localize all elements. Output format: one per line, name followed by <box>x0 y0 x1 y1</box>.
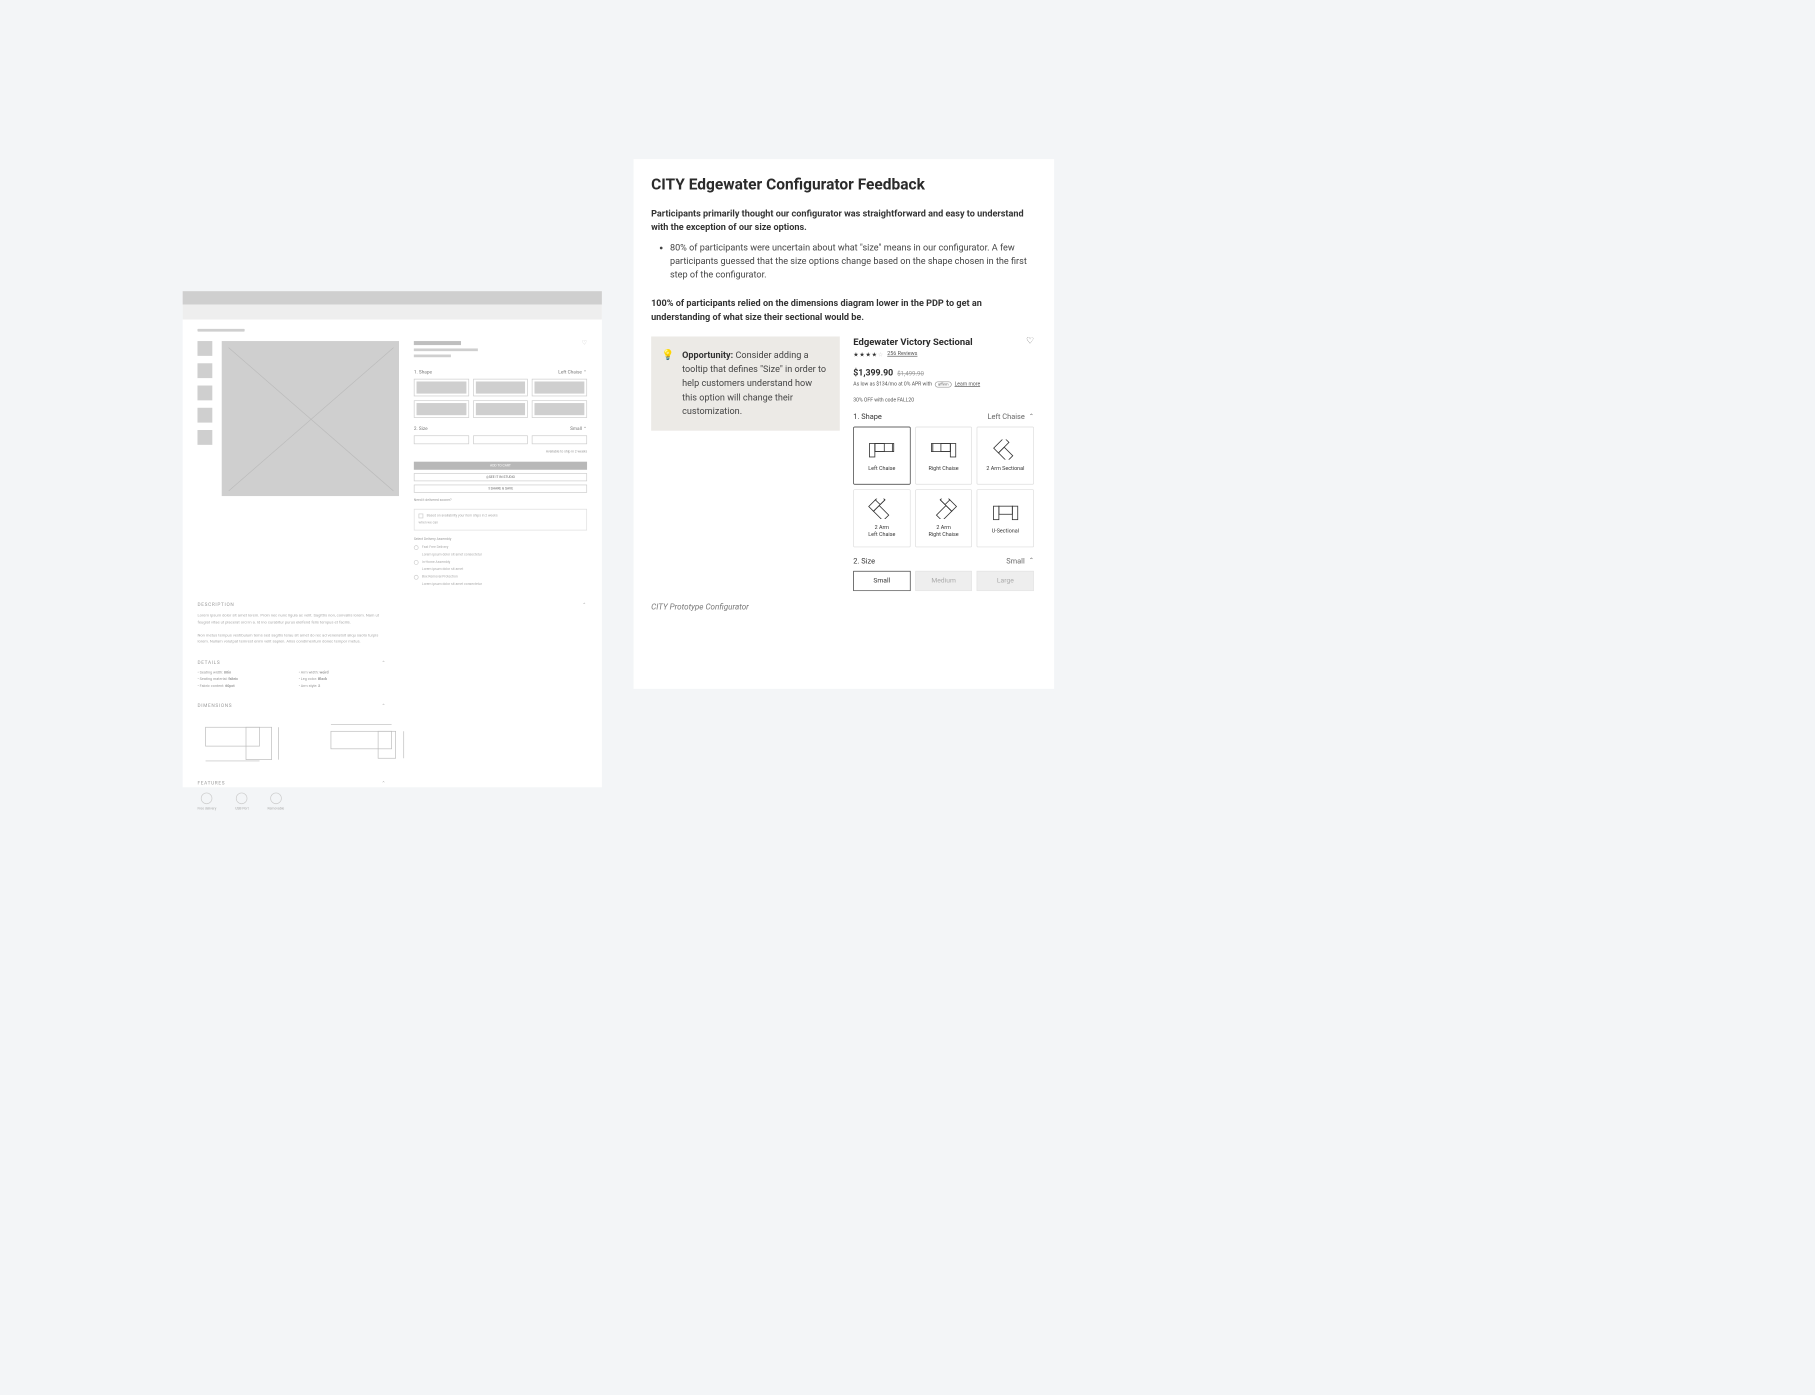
configurator-caption: CITY Prototype Configurator <box>651 591 1037 611</box>
wf-ship-note: Need it delivered sooner? <box>414 498 587 502</box>
feedback-lead: Participants primarily thought our confi… <box>651 207 1037 234</box>
wf-main-image <box>222 341 399 496</box>
wf-breadcrumb <box>197 329 244 332</box>
wf-details-header: DETAILS⌃ <box>197 660 386 665</box>
wf-product-title <box>414 341 461 345</box>
heart-icon: ♡ <box>582 340 587 347</box>
wf-size-grid <box>414 435 587 444</box>
configurator-mock: Edgewater Victory Sectional ♡ ★★★★☆ 256 … <box>853 336 1034 591</box>
wf-info-box: Based on availability your item ships in… <box>414 509 587 531</box>
size-medium[interactable]: Medium <box>915 571 972 591</box>
chevron-up-icon: ⌃ <box>1029 413 1034 420</box>
wf-rating-line <box>414 348 478 351</box>
wf-dims-header: DIMENSIONS⌃ <box>197 703 386 708</box>
wf-features-header: FEATURES⌃ <box>197 780 386 785</box>
size-large[interactable]: Large <box>977 571 1034 591</box>
reviews-link[interactable]: 256 Reviews <box>887 350 917 356</box>
wf-desc-header: DESCRIPTION⌃ <box>197 602 587 607</box>
step-shape-header[interactable]: 1. Shape Left Chaise⌃ <box>853 412 1034 421</box>
shape-2arm-left-chaise[interactable]: 2 ArmLeft Chaise <box>853 489 910 547</box>
price-original: $1,499.90 <box>897 371 924 378</box>
feedback-bullet-1: 80% of participants were uncertain about… <box>670 241 1037 282</box>
lightbulb-icon: 💡 <box>662 348 675 360</box>
wf-step2-row: 2. SizeSmall ⌃ <box>414 426 587 431</box>
feedback-bullets: 80% of participants were uncertain about… <box>651 241 1037 282</box>
opportunity-callout: 💡 Opportunity: Consider adding a tooltip… <box>651 336 840 431</box>
shape-label: 2 ArmRight Chaise <box>929 525 959 538</box>
step-size-header[interactable]: 2. Size Small⌃ <box>853 557 1034 566</box>
favorite-heart-icon[interactable]: ♡ <box>1026 336 1034 346</box>
product-name: Edgewater Victory Sectional <box>853 336 972 348</box>
wf-desc-text: Lorem ipsum dolor sit amet lorem. Proin … <box>197 613 386 645</box>
wf-availability: Available to ship in 2 weeks <box>414 450 587 454</box>
wf-nav-bar <box>183 305 602 320</box>
size-grid: Small Medium Large <box>853 571 1034 591</box>
wf-dims-diagrams <box>197 715 587 766</box>
learn-more-link[interactable]: Learn more <box>955 381 981 387</box>
wireframe-panel: ♡ 1. ShapeLeft Chaise ⌃ 2. SizeSmall ⌃ A… <box>183 291 602 787</box>
wf-share: ⇪ SHARE & SAVE <box>414 485 587 493</box>
wf-see-studio: ◎ SEE IT IN STUDIO <box>414 473 587 481</box>
size-small[interactable]: Small <box>853 571 910 591</box>
feedback-panel: CITY Edgewater Configurator Feedback Par… <box>634 159 1055 689</box>
wf-step1-row: 1. ShapeLeft Chaise ⌃ <box>414 369 587 374</box>
financing-line: As low as $134/mo at 0% APR with affirm … <box>853 381 1034 388</box>
shape-left-chaise[interactable]: Left Chaise <box>853 427 910 485</box>
opportunity-label: Opportunity: <box>682 350 733 361</box>
feedback-title: CITY Edgewater Configurator Feedback <box>651 175 1037 193</box>
wf-price-line <box>414 355 451 358</box>
shape-u-sectional[interactable]: U-Sectional <box>977 489 1034 547</box>
feedback-sublead: 100% of participants relied on the dimen… <box>651 297 1037 324</box>
chevron-up-icon: ⌃ <box>1029 558 1034 565</box>
wf-details-grid: Seating width: 80inArm width: weird Seat… <box>197 671 386 689</box>
shape-label: 2 ArmLeft Chaise <box>868 525 895 538</box>
shape-2arm-right-chaise[interactable]: 2 ArmRight Chaise <box>915 489 972 547</box>
promo-line: 30% OFF with code FALL20 <box>853 397 1034 403</box>
shape-grid: Left Chaise Right Chaise 2 Arm Sectional… <box>853 427 1034 548</box>
shape-right-chaise[interactable]: Right Chaise <box>915 427 972 485</box>
star-rating: ★★★★☆ <box>853 352 883 359</box>
wf-delivery-header: Select Delivery Assembly <box>414 537 587 541</box>
wf-add-to-cart: ADD TO CART <box>414 462 587 470</box>
wf-delivery-options: Fast Free Delivery Lorem ipsum dolor sit… <box>414 545 587 587</box>
wf-shape-grid <box>414 379 587 418</box>
wf-features-row: Free delivery USB Port Removable <box>197 793 587 811</box>
price: $1,399.90$1,499.90 <box>853 368 1034 378</box>
shape-2arm-sectional[interactable]: 2 Arm Sectional <box>977 427 1034 485</box>
wf-browser-bar <box>183 291 602 304</box>
wf-thumbnails <box>197 341 212 587</box>
